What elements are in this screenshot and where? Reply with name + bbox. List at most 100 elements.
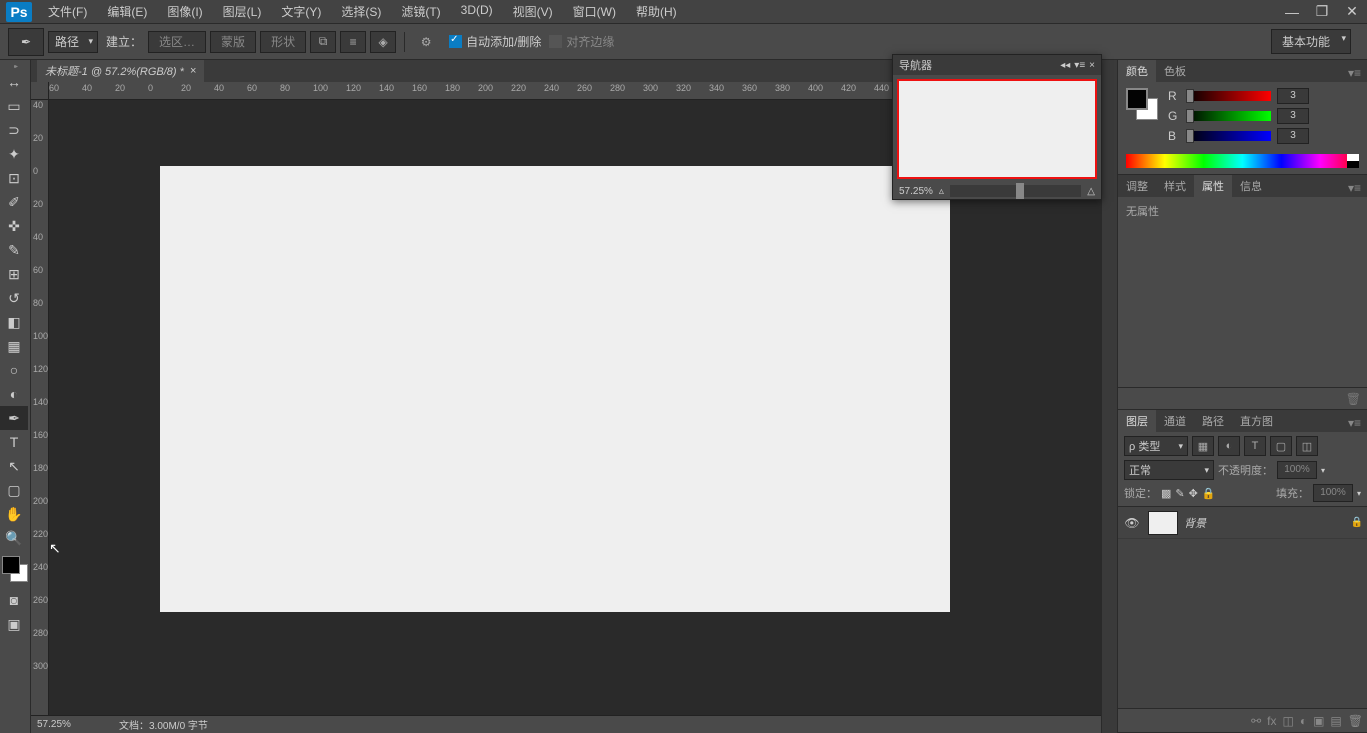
auto-add-delete-checkbox[interactable]: [449, 35, 462, 48]
clone-stamp-tool[interactable]: ⊞: [0, 262, 28, 286]
b-value[interactable]: 3: [1277, 128, 1309, 144]
menu-view[interactable]: 视图(V): [503, 0, 563, 24]
menu-edit[interactable]: 编辑(E): [97, 0, 157, 24]
gradient-tool[interactable]: ▦: [0, 334, 28, 358]
tab-swatches[interactable]: 色板: [1156, 60, 1194, 82]
panel-menu-icon[interactable]: ▾≡: [1342, 179, 1367, 197]
document-tab-close-icon[interactable]: ×: [190, 65, 196, 77]
collapse-icon[interactable]: ◂◂: [1060, 60, 1070, 71]
path-arrange-icon[interactable]: ◈: [370, 31, 396, 53]
mode-select[interactable]: 路径: [48, 31, 98, 53]
r-slider[interactable]: [1186, 91, 1271, 101]
history-brush-tool[interactable]: ↺: [0, 286, 28, 310]
marquee-tool[interactable]: ▭: [0, 94, 28, 118]
menu-help[interactable]: 帮助(H): [626, 0, 687, 24]
tab-channels[interactable]: 通道: [1156, 410, 1194, 432]
window-maximize-icon[interactable]: ❐: [1307, 2, 1337, 22]
layer-row[interactable]: 👁 背景 🔒: [1118, 507, 1367, 539]
lock-transparent-icon[interactable]: ▩: [1161, 487, 1171, 500]
foreground-color[interactable]: [2, 556, 20, 574]
close-icon[interactable]: ×: [1089, 60, 1095, 71]
layer-filter-select[interactable]: ρ 类型: [1124, 436, 1188, 456]
eraser-tool[interactable]: ◧: [0, 310, 28, 334]
lasso-tool[interactable]: ⊃: [0, 118, 28, 142]
tool-preset-picker[interactable]: ✒: [8, 28, 44, 56]
menu-type[interactable]: 文字(Y): [271, 0, 331, 24]
menu-image[interactable]: 图像(I): [157, 0, 212, 24]
zoom-out-icon[interactable]: ▵: [939, 186, 944, 197]
status-zoom[interactable]: 57.25%: [37, 719, 107, 730]
tab-color[interactable]: 颜色: [1118, 60, 1156, 82]
filter-adjust-icon[interactable]: ◐: [1218, 436, 1240, 456]
status-docsize[interactable]: 文档：3.00M/0 字节: [119, 717, 208, 732]
tab-layers[interactable]: 图层: [1118, 410, 1156, 432]
quick-mask-icon[interactable]: ◙: [0, 588, 28, 612]
tab-adjustments[interactable]: 调整: [1118, 175, 1156, 197]
layer-visibility-icon[interactable]: 👁: [1122, 516, 1142, 530]
dodge-tool[interactable]: ◐: [0, 382, 28, 406]
r-value[interactable]: 3: [1277, 88, 1309, 104]
make-selection-button[interactable]: 选区…: [148, 31, 206, 53]
panel-menu-icon[interactable]: ▾≡: [1342, 64, 1367, 82]
zoom-tool[interactable]: 🔍: [0, 526, 28, 550]
toolbox-handle[interactable]: [0, 62, 30, 70]
layer-fx-icon[interactable]: fx: [1267, 714, 1276, 728]
foreground-background-colors[interactable]: [2, 556, 28, 582]
blur-tool[interactable]: ○: [0, 358, 28, 382]
lock-pixels-icon[interactable]: ✎: [1175, 487, 1184, 500]
ruler-origin[interactable]: [31, 82, 49, 100]
move-tool[interactable]: ↔: [0, 70, 28, 94]
menu-select[interactable]: 选择(S): [331, 0, 391, 24]
pen-tool[interactable]: ✒: [0, 406, 28, 430]
fg-color-swatch[interactable]: [1126, 88, 1148, 110]
hand-tool[interactable]: ✋: [0, 502, 28, 526]
link-layers-icon[interactable]: ⚯: [1251, 714, 1261, 728]
new-group-icon[interactable]: ▣: [1313, 714, 1324, 728]
path-selection-tool[interactable]: ↖: [0, 454, 28, 478]
opacity-input[interactable]: 100%: [1277, 461, 1317, 479]
blend-mode-select[interactable]: 正常: [1124, 460, 1214, 480]
brush-tool[interactable]: ✎: [0, 238, 28, 262]
navigator-zoom[interactable]: 57.25%: [899, 186, 933, 197]
make-shape-button[interactable]: 形状: [260, 31, 306, 53]
magic-wand-tool[interactable]: ✦: [0, 142, 28, 166]
tab-properties[interactable]: 属性: [1194, 175, 1232, 197]
tab-histogram[interactable]: 直方图: [1232, 410, 1281, 432]
filter-pixel-icon[interactable]: ▦: [1192, 436, 1214, 456]
filter-smart-icon[interactable]: ◫: [1296, 436, 1318, 456]
workspace-select[interactable]: 基本功能: [1271, 29, 1351, 54]
path-ops-icon[interactable]: ⧉: [310, 31, 336, 53]
menu-window[interactable]: 窗口(W): [563, 0, 626, 24]
fill-input[interactable]: 100%: [1313, 484, 1353, 502]
layer-thumbnail[interactable]: [1148, 511, 1178, 535]
document-tab[interactable]: 未标题-1 @ 57.2%(RGB/8) * ×: [37, 60, 204, 82]
menu-file[interactable]: 文件(F): [38, 0, 97, 24]
align-edges-checkbox[interactable]: [549, 35, 562, 48]
new-layer-icon[interactable]: ▤: [1330, 714, 1341, 728]
panel-dock-strip[interactable]: [1101, 60, 1117, 733]
panel-menu-icon[interactable]: ▾≡: [1342, 414, 1367, 432]
g-slider[interactable]: [1186, 111, 1271, 121]
color-spectrum[interactable]: [1126, 154, 1359, 168]
canvas[interactable]: [160, 166, 950, 612]
menu-layer[interactable]: 图层(L): [213, 0, 272, 24]
gear-icon[interactable]: ⚙: [413, 31, 439, 53]
new-fill-icon[interactable]: ◐: [1300, 714, 1307, 728]
layer-name[interactable]: 背景: [1184, 515, 1351, 531]
filter-shape-icon[interactable]: ▢: [1270, 436, 1292, 456]
tab-info[interactable]: 信息: [1232, 175, 1270, 197]
navigator-zoom-slider[interactable]: [950, 185, 1081, 197]
menu-3d[interactable]: 3D(D): [451, 0, 503, 24]
path-align-icon[interactable]: ≡: [340, 31, 366, 53]
g-value[interactable]: 3: [1277, 108, 1309, 124]
delete-layer-icon[interactable]: 🗑: [1348, 714, 1363, 728]
window-minimize-icon[interactable]: —: [1277, 2, 1307, 22]
navigator-panel[interactable]: 导航器 ◂◂ ▾≡ × 57.25% ▵ △: [892, 54, 1102, 200]
layer-lock-icon[interactable]: 🔒: [1351, 517, 1363, 528]
trash-icon[interactable]: 🗑: [1346, 392, 1361, 406]
lock-all-icon[interactable]: 🔒: [1202, 487, 1216, 500]
rectangle-tool[interactable]: ▢: [0, 478, 28, 502]
tab-styles[interactable]: 样式: [1156, 175, 1194, 197]
b-slider[interactable]: [1186, 131, 1271, 141]
navigator-proxy[interactable]: [897, 79, 1097, 179]
